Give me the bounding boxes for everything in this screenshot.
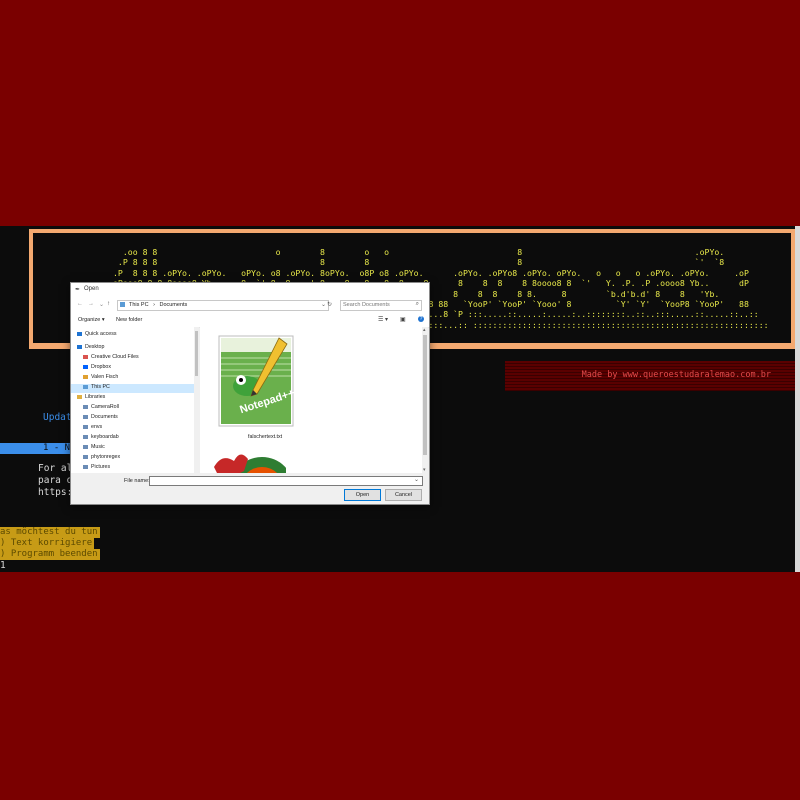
nav-item-valen-fisch[interactable]: Valen Fisch [83, 374, 118, 383]
nav-scrollbar[interactable] [194, 327, 199, 473]
nav-item-this-pc[interactable]: This PC [71, 384, 194, 393]
file-name-dropdown-icon[interactable]: ⌄ [414, 476, 419, 483]
scroll-up-icon[interactable]: ▴ [423, 327, 426, 333]
dialog-titlebar: ✒ Open [71, 283, 429, 297]
menu-highlight-text: 1 - N [43, 443, 71, 453]
nav-item-label: phytonregex [91, 454, 121, 460]
pc-icon [120, 302, 125, 307]
menu-highlight-bar: 1 - N [0, 443, 70, 454]
terminal-scrollbar[interactable] [795, 226, 800, 572]
breadcrumb-separator: › [153, 302, 155, 308]
search-icon: ⌕ [415, 301, 419, 307]
option-quit: ) Programm beenden [0, 549, 100, 560]
nav-item-label: Dropbox [91, 364, 112, 370]
refresh-icon[interactable]: ↻ [327, 301, 332, 308]
nav-item-label: Quick access [85, 331, 117, 337]
pictures-icon [83, 464, 88, 469]
nav-item-label: Pictures [91, 464, 111, 470]
dialog-title: Open [84, 286, 99, 292]
nav-item-label: Libraries [85, 394, 106, 400]
cloud-icon [83, 354, 88, 359]
https-line: https: [38, 487, 73, 498]
search-box: ⌕ [340, 300, 422, 311]
nav-item-label: envs [91, 424, 103, 430]
music-icon [83, 444, 88, 449]
nav-item-label: Documents [91, 414, 118, 420]
nav-item-label: This PC [91, 384, 110, 390]
nav-item-pictures[interactable]: Pictures [83, 464, 110, 473]
folder-icon [83, 434, 88, 439]
feather-icon: ✒ [75, 287, 81, 293]
nav-item-creative-cloud-files[interactable]: Creative Cloud Files [83, 354, 139, 363]
nav-item-label: Music [91, 444, 105, 450]
prompt-input-value: 1 [0, 560, 6, 571]
question-text: as möchtest du tun [0, 527, 100, 538]
file-name-field-label: File name: [124, 478, 150, 484]
nav-item-label: keyboardab [91, 434, 119, 440]
nav-item-label: CameraRoll [91, 404, 119, 410]
back-arrow-icon[interactable]: ← [77, 301, 83, 307]
nav-item-keyboardab[interactable]: keyboardab [83, 434, 119, 443]
recent-dropdown-icon[interactable]: ⌄ [99, 301, 104, 308]
cancel-button[interactable]: Cancel [385, 489, 422, 501]
nav-item-desktop[interactable]: Desktop [77, 344, 104, 353]
user-icon [83, 374, 88, 379]
file-name-label[interactable]: falschertext.txt [248, 434, 282, 440]
content-scroll-thumb[interactable] [423, 335, 427, 455]
new-folder-button[interactable]: New folder [116, 317, 142, 323]
nav-item-envs[interactable]: envs [83, 424, 102, 433]
dropbox-icon [83, 364, 88, 369]
file-name-input[interactable] [149, 476, 423, 486]
folder-icon [83, 454, 88, 459]
view-options-icon[interactable]: ☰ ▾ [378, 316, 388, 323]
nav-item-label: Creative Cloud Files [91, 354, 139, 360]
organize-button[interactable]: Organize ▾ [78, 317, 105, 323]
file-list: Notepad++ falschertext.txt [200, 327, 422, 473]
address-dropdown-icon[interactable]: ⌄ [321, 301, 326, 308]
breadcrumb: This PC › Documents [129, 302, 187, 308]
nav-item-dropbox[interactable]: Dropbox [83, 364, 111, 373]
navigation-pane: Quick access Desktop Creative Cloud Files D… [71, 327, 195, 473]
for-line: For al [38, 463, 73, 474]
folder-icon [83, 404, 88, 409]
folder-icon [83, 414, 88, 419]
folder-icon [83, 424, 88, 429]
preview-pane-icon[interactable]: ▣ [400, 316, 406, 323]
madeby-box: Made by www.queroestudaralemao.com.br [505, 361, 795, 391]
breadcrumb-documents[interactable]: Documents [159, 302, 187, 308]
open-file-dialog: ✒ Open ← → ⌄ ↑ This PC › Documents ⌄ ↻ ⌕… [70, 282, 430, 505]
up-arrow-icon[interactable]: ↑ [107, 301, 110, 307]
nav-item-documents[interactable]: Documents [83, 414, 118, 423]
nav-item-label: Desktop [85, 344, 105, 350]
address-bar[interactable]: This PC › Documents ⌄ [117, 300, 329, 311]
notepadpp-file-icon[interactable]: Notepad++ [217, 334, 295, 428]
nav-item-music[interactable]: Music [83, 444, 105, 453]
madeby-text: Made by www.queroestudaralemao.com.br [581, 370, 771, 380]
breadcrumb-this-pc[interactable]: This PC [129, 302, 149, 308]
star-icon [77, 331, 82, 336]
para-line: para o [38, 475, 73, 486]
nav-item-phytonregex[interactable]: phytonregex [83, 454, 120, 463]
option-correct-text: ) Text korrigiere [0, 538, 95, 549]
library-icon [77, 394, 82, 399]
nav-item-label: Valen Fisch [91, 374, 119, 380]
search-input[interactable] [343, 301, 409, 309]
forward-arrow-icon[interactable]: → [88, 301, 94, 307]
desktop-icon [77, 344, 82, 349]
pc-icon [83, 384, 88, 389]
open-button[interactable]: Open [344, 489, 381, 501]
nav-item-quick-access[interactable]: Quick access [77, 331, 117, 340]
nav-item-libraries[interactable]: Libraries [77, 394, 105, 403]
content-scrollbar[interactable]: ▴ ▾ [422, 327, 428, 473]
navigation-bar: ← → ⌄ ↑ This PC › Documents ⌄ ↻ ⌕ [71, 297, 429, 313]
dialog-footer: File name: ⌄ Open Cancel [71, 473, 429, 504]
nav-item-cameraroll[interactable]: CameraRoll [83, 404, 119, 413]
nav-scroll-thumb[interactable] [195, 331, 198, 376]
dialog-toolbar: Organize ▾ New folder ☰ ▾ ▣ ? [71, 313, 429, 328]
help-icon[interactable]: ? [418, 316, 424, 322]
app-file-icon[interactable] [210, 449, 286, 473]
